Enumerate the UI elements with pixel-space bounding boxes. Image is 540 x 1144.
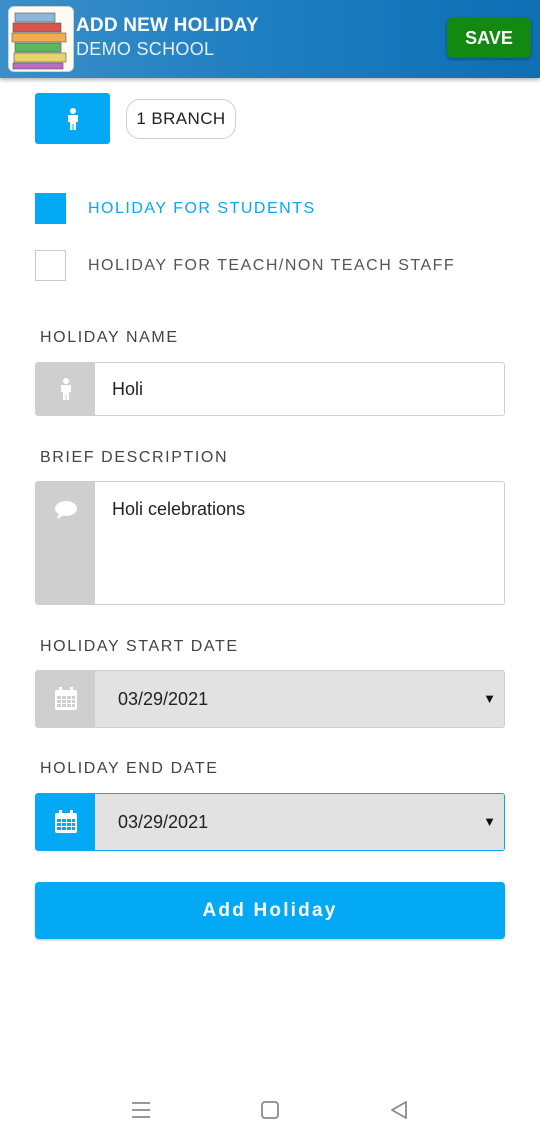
description-field[interactable]: Holi celebrations [35, 481, 505, 605]
description-label: BRIEF DESCRIPTION [40, 449, 229, 466]
start-date-value: 03/29/2021 [118, 689, 209, 709]
add-holiday-button[interactable]: Add Holiday [35, 882, 505, 939]
holiday-name-input[interactable]: Holi [112, 379, 143, 400]
calendar-icon [54, 810, 77, 833]
system-nav-bar [0, 1080, 540, 1144]
description-textarea[interactable]: Holi celebrations [112, 499, 245, 520]
home-icon[interactable] [260, 1100, 280, 1120]
start-date-select[interactable]: 03/29/2021 ▼ [35, 670, 505, 728]
holiday-name-label: HOLIDAY NAME [40, 329, 179, 346]
branch-person-button[interactable] [35, 93, 110, 144]
school-name: DEMO SCHOOL [76, 39, 215, 59]
person-icon [60, 378, 71, 400]
start-date-icon-box [36, 671, 95, 727]
end-date-icon-box [36, 794, 95, 850]
save-button[interactable]: SAVE [447, 18, 531, 58]
dropdown-arrow-icon: ▼ [483, 814, 496, 829]
speech-bubble-icon [54, 501, 77, 519]
students-checkbox[interactable] [35, 193, 66, 224]
students-checkbox-label[interactable]: HOLIDAY FOR STUDENTS [88, 200, 316, 218]
description-icon-box [36, 482, 95, 604]
books-logo-icon [9, 7, 73, 71]
branch-select-button[interactable]: 1 BRANCH [126, 99, 236, 139]
holiday-name-field[interactable]: Holi [35, 362, 505, 416]
back-icon[interactable] [389, 1100, 409, 1120]
school-logo [8, 6, 74, 72]
dropdown-arrow-icon: ▼ [483, 691, 496, 706]
page-title: ADD NEW HOLIDAY [76, 15, 259, 36]
app-header: ADD NEW HOLIDAY DEMO SCHOOL SAVE [0, 0, 540, 78]
person-icon [67, 107, 78, 130]
staff-checkbox-label[interactable]: HOLIDAY FOR TEACH/NON TEACH STAFF [88, 257, 455, 275]
end-date-label: HOLIDAY END DATE [40, 760, 219, 777]
staff-checkbox[interactable] [35, 250, 66, 281]
end-date-value: 03/29/2021 [118, 812, 209, 832]
holiday-name-icon-box [36, 363, 95, 415]
menu-icon[interactable] [131, 1100, 151, 1120]
end-date-select[interactable]: 03/29/2021 ▼ [35, 793, 505, 851]
calendar-icon [54, 687, 77, 710]
start-date-label: HOLIDAY START DATE [40, 638, 239, 655]
